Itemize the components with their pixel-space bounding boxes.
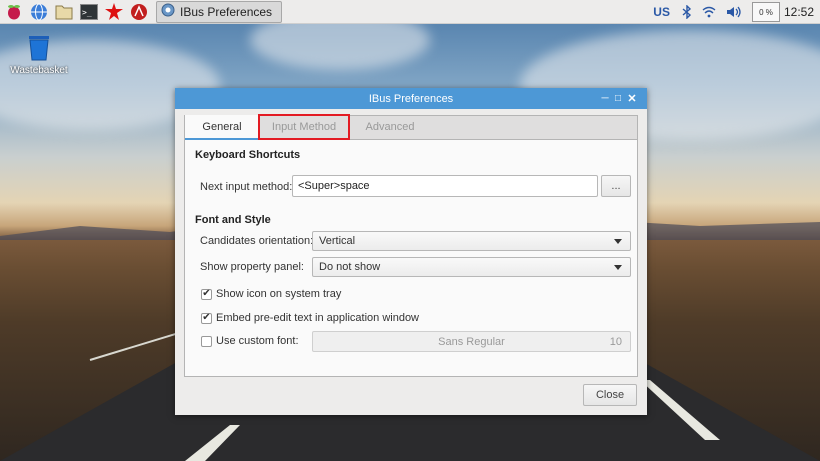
task-label: IBus Preferences <box>180 4 273 19</box>
bluetooth-icon[interactable] <box>682 5 692 19</box>
show-property-panel-label: Show property panel: <box>200 261 304 273</box>
desktop-icon-wastebasket[interactable]: Wastebasket <box>8 32 70 76</box>
file-manager-icon[interactable] <box>53 1 75 23</box>
tab-general[interactable]: General <box>185 115 259 140</box>
use-custom-font-label: Use custom font: <box>216 335 299 347</box>
chevron-down-icon <box>614 239 622 244</box>
taskbar: >_ IBus Preferences US 0 % 12:52 <box>0 0 820 24</box>
svg-text:>_: >_ <box>82 8 92 17</box>
next-input-method-browse-button[interactable]: ... <box>601 175 631 197</box>
checkmark-icon: ✔ <box>201 312 212 324</box>
preferences-notebook: General Input Method Advanced Keyboard S… <box>184 114 638 377</box>
ibus-preferences-window: IBus Preferences ─ □ ✕ General Input Met… <box>175 88 647 415</box>
web-browser-icon[interactable] <box>28 1 50 23</box>
cpu-usage-monitor[interactable]: 0 % <box>751 2 780 22</box>
close-button[interactable]: Close <box>583 384 637 406</box>
embed-preedit-checkbox[interactable]: ✔ Embed pre-edit text in application win… <box>201 312 419 324</box>
raspberry-menu-icon[interactable] <box>3 1 25 23</box>
wolfram-icon[interactable] <box>128 1 150 23</box>
show-icon-checkbox[interactable]: ✔ Show icon on system tray <box>201 288 341 300</box>
taskbar-task-ibus[interactable]: IBus Preferences <box>156 0 282 23</box>
candidates-orientation-select[interactable]: Vertical <box>312 231 631 251</box>
empty-checkbox-icon <box>201 335 212 347</box>
candidates-orientation-value: Vertical <box>319 235 356 247</box>
clock[interactable]: 12:52 <box>784 5 814 19</box>
volume-icon[interactable] <box>726 6 742 18</box>
tab-input-method[interactable]: Input Method <box>258 114 350 140</box>
use-custom-font-checkbox[interactable]: Use custom font: <box>201 335 299 347</box>
system-tray: US 0 % 12:52 <box>653 0 820 24</box>
checkmark-icon: ✔ <box>201 288 212 300</box>
window-title: IBus Preferences <box>368 92 454 105</box>
candidates-orientation-label: Candidates orientation: <box>200 235 314 247</box>
show-icon-label: Show icon on system tray <box>216 288 342 300</box>
close-icon[interactable]: ✕ <box>626 88 638 109</box>
chevron-down-icon <box>614 265 622 270</box>
next-input-method-field[interactable]: <Super>space <box>292 175 598 197</box>
trash-icon <box>29 36 49 61</box>
gear-icon <box>160 2 176 21</box>
keyboard-shortcuts-heading: Keyboard Shortcuts <box>195 149 301 161</box>
desktop-icon-label: Wastebasket <box>10 65 68 76</box>
keyboard-layout-indicator[interactable]: US <box>653 5 670 19</box>
custom-font-button: Sans Regular 10 <box>312 331 631 352</box>
tab-advanced[interactable]: Advanced <box>349 115 431 139</box>
wifi-icon[interactable] <box>702 6 716 18</box>
font-style-heading: Font and Style <box>195 214 271 226</box>
custom-font-size: 10 <box>609 336 622 348</box>
embed-preedit-label: Embed pre-edit text in application windo… <box>216 312 420 324</box>
next-input-method-label: Next input method: <box>200 181 293 193</box>
math-kernel-icon[interactable] <box>103 1 125 23</box>
maximize-icon[interactable]: □ <box>612 88 624 109</box>
tab-bar: General Input Method Advanced <box>185 114 637 140</box>
show-property-panel-value: Do not show <box>319 261 381 273</box>
window-titlebar[interactable]: IBus Preferences ─ □ ✕ <box>175 88 647 109</box>
show-property-panel-select[interactable]: Do not show <box>312 257 631 277</box>
minimize-icon[interactable]: ─ <box>599 88 611 109</box>
terminal-icon[interactable]: >_ <box>78 1 100 23</box>
custom-font-name: Sans Regular <box>438 336 505 348</box>
